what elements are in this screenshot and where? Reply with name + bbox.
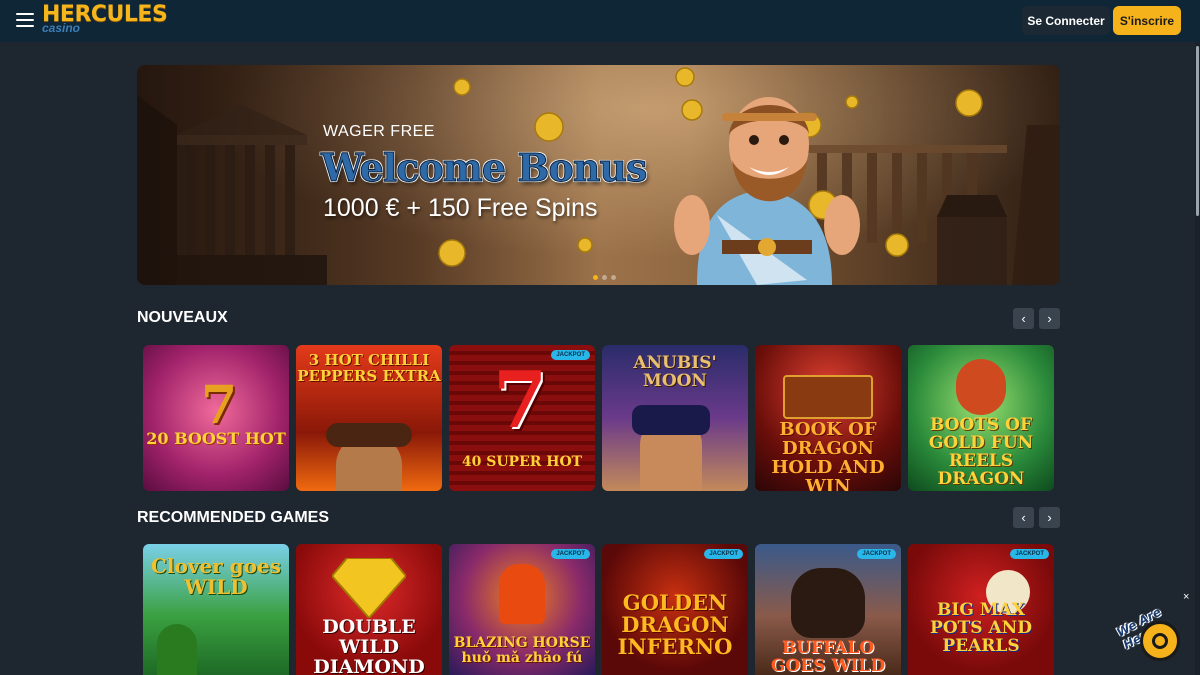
chat-bubble-icon [1152, 633, 1168, 649]
next-arrow-icon[interactable]: › [1039, 308, 1060, 329]
top-bar: HERCULES casino Se Connecter S'inscrire [0, 0, 1200, 42]
game-tile[interactable]: Clover goes WILD [143, 544, 289, 675]
game-tile[interactable]: BOOK OF DRAGON HOLD AND WIN [755, 345, 901, 491]
game-title: 3 HOT CHILLI PEPPERS EXTRA [297, 351, 441, 385]
game-tile[interactable]: JACKPOT BIG MAX POTS AND PEARLS [908, 544, 1054, 675]
game-tile[interactable]: JACKPOT 7 40 SUPER HOT [449, 345, 595, 491]
login-button[interactable]: Se Connecter [1022, 6, 1110, 35]
banner-eyebrow: WAGER FREE [323, 123, 435, 140]
game-title: BIG MAX POTS AND PEARLS [930, 600, 1032, 656]
game-title: BOOK OF DRAGON HOLD AND WIN [771, 419, 885, 491]
jackpot-badge: JACKPOT [857, 549, 896, 559]
game-title: BLAZING HORSE huǒ mǎ zhǎo fú [453, 635, 591, 666]
jackpot-badge: JACKPOT [551, 350, 590, 360]
game-title: 20 BOOST HOT [146, 429, 286, 448]
banner-title: Welcome Bonus [320, 145, 647, 191]
carousel-dot[interactable] [602, 275, 607, 280]
game-tile[interactable]: JACKPOT BLAZING HORSE huǒ mǎ zhǎo fú [449, 544, 595, 675]
game-tile[interactable]: DOUBLE WILD DIAMOND [296, 544, 442, 675]
game-title: BUFFALO GOES WILD [770, 638, 886, 675]
logo-sub-text: casino [42, 21, 81, 35]
game-tile[interactable]: JACKPOT GOLDEN DRAGON INFERNO [602, 544, 748, 675]
section-title-new: NOUVEAUX [137, 309, 228, 326]
prev-arrow-icon[interactable]: ‹ [1013, 507, 1034, 528]
game-tile[interactable]: ANUBIS' MOON [602, 345, 748, 491]
prev-arrow-icon[interactable]: ‹ [1013, 308, 1034, 329]
game-title: 40 SUPER HOT [461, 454, 583, 470]
jackpot-badge: JACKPOT [1010, 549, 1049, 559]
game-title: GOLDEN DRAGON INFERNO [617, 590, 733, 660]
welcome-bonus-banner[interactable]: WAGER FREE Welcome Bonus 1000 € + 150 Fr… [137, 65, 1060, 285]
jackpot-badge: JACKPOT [551, 549, 590, 559]
carousel-dot[interactable] [593, 275, 598, 280]
carousel-dots [593, 275, 616, 280]
game-tile[interactable]: 3 HOT CHILLI PEPPERS EXTRA [296, 345, 442, 491]
scrollbar-thumb[interactable] [1196, 46, 1199, 216]
next-arrow-icon[interactable]: › [1039, 507, 1060, 528]
carousel-dot[interactable] [611, 275, 616, 280]
game-title: ANUBIS' MOON [633, 353, 717, 391]
section-title-recommended: RECOMMENDED GAMES [137, 509, 330, 526]
jackpot-badge: JACKPOT [704, 549, 743, 559]
game-tile[interactable]: 7 20 BOOST HOT [143, 345, 289, 491]
game-tile[interactable]: BOOTS OF GOLD FUN REELS DRAGON [908, 345, 1054, 491]
diamond-icon [332, 558, 406, 618]
game-title: Clover goes WILD [150, 554, 281, 599]
chat-button[interactable] [1140, 621, 1180, 661]
menu-icon[interactable] [16, 13, 34, 29]
hercules-character [674, 97, 860, 285]
register-button[interactable]: S'inscrire [1113, 6, 1181, 35]
game-title: DOUBLE WILD DIAMOND [313, 616, 425, 675]
banner-offer: 1000 € + 150 Free Spins [323, 194, 598, 222]
game-title: BOOTS OF GOLD FUN REELS DRAGON [928, 415, 1034, 489]
game-tile[interactable]: JACKPOT BUFFALO GOES WILD [755, 544, 901, 675]
